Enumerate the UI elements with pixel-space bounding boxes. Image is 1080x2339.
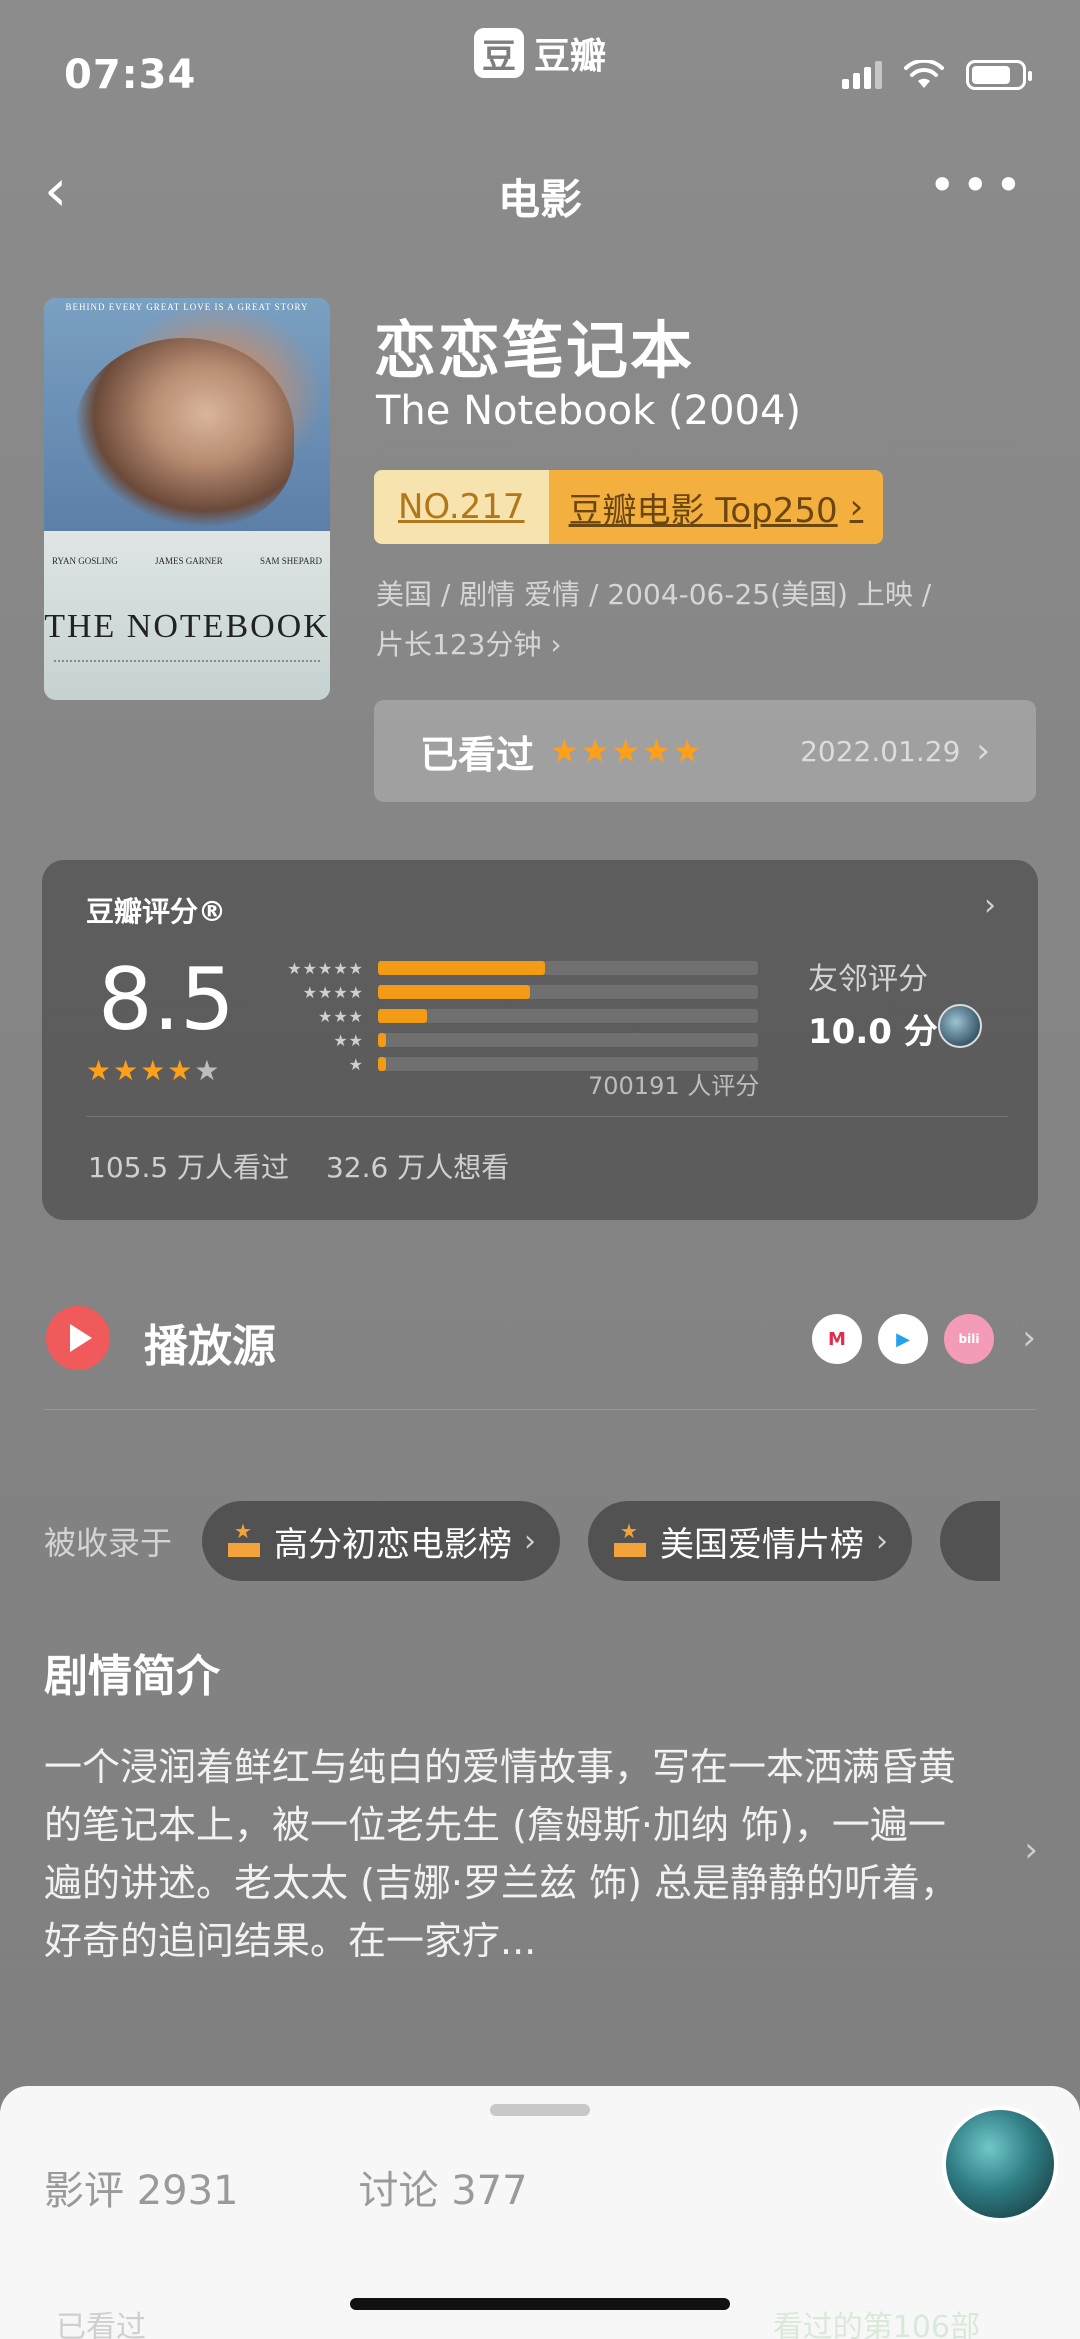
distribution-bar xyxy=(378,1057,386,1071)
my-rating-stars: ★★★★★ xyxy=(550,732,704,770)
rating-count: 700191 人评分 xyxy=(588,1072,760,1100)
list-chip[interactable]: 高分初恋电影榜 › xyxy=(202,1501,561,1581)
wish-count: 32.6 万人想看 xyxy=(325,1151,510,1184)
distribution-track xyxy=(378,961,758,975)
distribution-stars: ★ xyxy=(348,1054,364,1074)
battery-icon xyxy=(966,60,1032,90)
distribution-bar xyxy=(378,985,530,999)
nav-bar: ‹ 电影 ••• xyxy=(0,150,1080,230)
poster-title: THE NOTEBOOK xyxy=(44,608,330,645)
distribution-row: ★★★★ xyxy=(264,980,758,1004)
chevron-right-icon: › xyxy=(849,487,864,527)
synopsis-text[interactable]: 一个浸润着鲜红与纯白的爱情故事，写在一本洒满昏黄的笔记本上，被一位老先生 (詹姆… xyxy=(44,1738,974,1970)
more-options-icon[interactable]: ••• xyxy=(929,158,1028,212)
rank-list-link[interactable]: 豆瓣电影 Top250 › xyxy=(548,470,884,544)
watched-count: 105.5 万人看过 xyxy=(88,1151,290,1184)
status-time: 07:34 xyxy=(64,52,197,98)
chevron-right-icon: › xyxy=(876,1523,889,1559)
chevron-right-icon: › xyxy=(1022,1318,1036,1358)
friends-rating-label: 友邻评分 xyxy=(808,962,928,997)
chevron-right-icon: › xyxy=(976,731,990,771)
distribution-row: ★★ xyxy=(264,1028,758,1052)
ranking-icon xyxy=(612,1519,648,1559)
chevron-right-icon: › xyxy=(524,1523,537,1559)
distribution-track xyxy=(378,985,758,999)
mango-tv-icon: M xyxy=(812,1314,862,1364)
chevron-right-icon[interactable]: › xyxy=(1024,1830,1038,1870)
platform-icons: M ▶ bili xyxy=(812,1314,994,1364)
distribution-row: ★★★ xyxy=(264,1004,758,1028)
home-indicator[interactable] xyxy=(350,2298,730,2310)
user-avatar-button[interactable] xyxy=(942,2106,1058,2222)
page-title: 电影 xyxy=(497,175,582,224)
divider xyxy=(86,1116,1008,1117)
sheet-watched-index: 看过的第106部 xyxy=(772,2310,980,2339)
watched-status-button[interactable]: 已看过 ★★★★★ 2022.01.29 › xyxy=(374,700,1036,802)
rating-distribution: ★★★★★ ★★★★ ★★★ ★★ ★ xyxy=(264,956,758,1076)
app-brand: 豆 豆瓣 xyxy=(474,26,606,80)
play-source-row[interactable]: 播放源 M ▶ bili › xyxy=(44,1300,1036,1410)
list-chip-partial[interactable] xyxy=(940,1501,1001,1581)
poster-tagline: BEHIND EVERY GREAT LOVE IS A GREAT STORY xyxy=(65,302,309,312)
top250-rank-badge[interactable]: NO.217 豆瓣电影 Top250 › xyxy=(374,470,884,544)
system-icons xyxy=(842,60,1032,90)
distribution-track xyxy=(378,1009,758,1023)
cellular-signal-icon xyxy=(842,61,882,89)
play-icon xyxy=(46,1306,110,1370)
distribution-bar xyxy=(378,1033,386,1047)
sheet-tabs: 影评 2931 讨论 377 xyxy=(44,2158,528,2216)
status-bar: 07:34 豆 豆瓣 xyxy=(0,0,1080,130)
ranking-icon xyxy=(226,1519,262,1559)
rating-title: 豆瓣评分® xyxy=(86,895,227,928)
distribution-row: ★★★★★ xyxy=(264,956,758,980)
tab-reviews[interactable]: 影评 2931 xyxy=(44,2158,239,2216)
movie-title-en: The Notebook (2004) xyxy=(376,388,802,434)
tencent-video-icon: ▶ xyxy=(878,1314,928,1364)
distribution-track xyxy=(378,1033,758,1047)
distribution-stars: ★★★ xyxy=(317,1006,364,1026)
list-chip[interactable]: 美国爱情片榜 › xyxy=(588,1501,913,1581)
sheet-watched-label: 已看过 xyxy=(56,2310,146,2339)
tab-discussion[interactable]: 讨论 377 xyxy=(359,2158,528,2216)
rank-number: NO.217 xyxy=(374,470,549,544)
movie-title-cn: 恋恋笔记本 xyxy=(374,314,695,387)
distribution-stars: ★★★★★ xyxy=(287,958,364,978)
watch-stats: 105.5 万人看过 32.6 万人想看 xyxy=(88,1146,509,1186)
rating-score: 8.5 xyxy=(98,950,235,1050)
play-source-label: 播放源 xyxy=(144,1321,276,1372)
douban-rating-card[interactable]: 豆瓣评分® › 8.5 ★★★★★ ★★★★★ ★★★★ ★★★ ★★ ★ 700191… xyxy=(42,860,1038,1220)
movie-meta[interactable]: 美国 / 剧情 爱情 / 2004-06-25(美国) 上映 / 片长123分钟… xyxy=(376,570,1036,670)
distribution-stars: ★★ xyxy=(333,1030,364,1050)
chevron-right-icon: › xyxy=(984,888,996,923)
watched-label: 已看过 xyxy=(420,732,535,777)
app-brand-text: 豆瓣 xyxy=(534,36,607,77)
distribution-bar xyxy=(378,1009,428,1023)
wifi-icon xyxy=(904,60,944,88)
collected-lists: 被收录于 高分初恋电影榜 › 美国爱情片榜 › xyxy=(44,1500,1080,1582)
collected-label: 被收录于 xyxy=(44,1524,173,1562)
friends-rating-score: 10.0 分 xyxy=(808,1012,938,1052)
watched-date: 2022.01.29 xyxy=(800,734,961,768)
bilibili-icon: bili xyxy=(944,1314,994,1364)
rating-stars: ★★★★★ xyxy=(86,1054,222,1087)
movie-poster[interactable]: BEHIND EVERY GREAT LOVE IS A GREAT STORY… xyxy=(44,298,330,700)
synopsis-title: 剧情简介 xyxy=(44,1651,220,1702)
friend-avatar xyxy=(938,1004,982,1048)
douban-logo-icon: 豆 xyxy=(474,28,524,78)
distribution-bar xyxy=(378,961,546,975)
drag-handle[interactable] xyxy=(490,2104,590,2116)
poster-credits: RYAN GOSLING JAMES GARNER SAM SHEPARD xyxy=(52,556,322,566)
distribution-stars: ★★★★ xyxy=(302,982,364,1002)
